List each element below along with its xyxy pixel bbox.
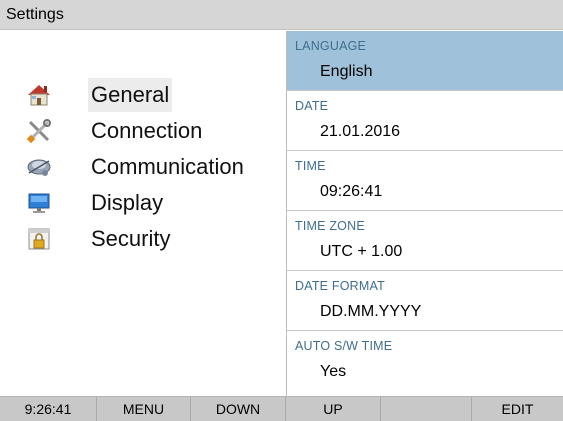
field-value: 09:26:41	[320, 183, 383, 200]
softkey-bar: 9:26:41 MENU DOWN UP EDIT	[0, 396, 563, 421]
edit-softkey[interactable]: EDIT	[472, 397, 563, 421]
blank-softkey[interactable]	[381, 397, 472, 421]
field-label: TIME ZONE	[295, 219, 365, 233]
field-label: TIME	[295, 159, 326, 173]
field-value: English	[320, 63, 373, 80]
menu-item-connection[interactable]: Connection	[25, 114, 275, 148]
settings-menu: General Connection Communication Display…	[0, 31, 286, 396]
menu-item-label: Communication	[91, 154, 244, 179]
field-language[interactable]: LANGUAGE English	[287, 31, 563, 91]
menu-item-label: Connection	[91, 118, 203, 143]
menu-item-label: Security	[91, 226, 171, 251]
lock-icon	[25, 225, 53, 253]
menu-item-security[interactable]: Security	[25, 222, 275, 256]
house-icon	[25, 81, 53, 109]
field-value: Yes	[320, 363, 347, 380]
menu-item-general[interactable]: General	[25, 78, 275, 112]
tools-icon	[25, 117, 53, 145]
menu-softkey[interactable]: MENU	[97, 397, 191, 421]
menu-item-display[interactable]: Display	[25, 186, 275, 220]
menu-item-label: General	[88, 78, 173, 112]
field-label: LANGUAGE	[295, 39, 367, 53]
settings-fields: LANGUAGE English DATE 21.01.2016 TIME 09…	[287, 31, 563, 396]
field-time[interactable]: TIME 09:26:41	[287, 151, 563, 211]
field-label: DATE	[295, 99, 329, 113]
window-title: Settings	[0, 0, 563, 30]
field-value: UTC + 1.00	[320, 243, 403, 260]
up-softkey[interactable]: UP	[286, 397, 381, 421]
monitor-icon	[25, 189, 53, 217]
field-date-format[interactable]: DATE FORMAT DD.MM.YYYY	[287, 271, 563, 331]
menu-item-communication[interactable]: Communication	[25, 150, 275, 184]
down-softkey[interactable]: DOWN	[191, 397, 286, 421]
menu-item-label: Display	[91, 190, 164, 215]
field-date[interactable]: DATE 21.01.2016	[287, 91, 563, 151]
field-value: 21.01.2016	[320, 123, 401, 140]
field-label: DATE FORMAT	[295, 279, 385, 293]
field-auto-sw-time[interactable]: AUTO S/W TIME Yes	[287, 331, 563, 396]
network-icon	[25, 153, 53, 181]
field-label: AUTO S/W TIME	[295, 339, 393, 353]
field-time-zone[interactable]: TIME ZONE UTC + 1.00	[287, 211, 563, 271]
field-value: DD.MM.YYYY	[320, 303, 422, 320]
clock-display: 9:26:41	[0, 397, 97, 421]
